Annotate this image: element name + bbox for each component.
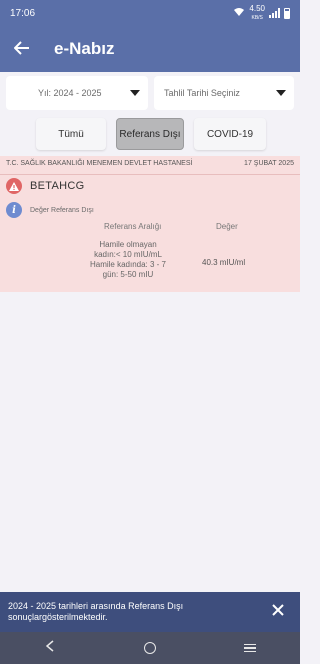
divider	[0, 174, 300, 175]
chevron-left-icon	[45, 639, 54, 657]
home-circle-icon	[144, 642, 156, 654]
value-header: Değer	[216, 222, 238, 231]
system-nav-bar	[0, 632, 300, 664]
speed-unit: KB/S	[251, 14, 263, 21]
test-row: BETAHCG	[6, 178, 84, 194]
back-button[interactable]	[0, 26, 44, 72]
speed-value: 4.50	[249, 3, 265, 13]
hospital-name: T.C. SAĞLIK BAKANLIĞI MENEMEN DEVLET HAS…	[6, 160, 193, 167]
result-card-header: T.C. SAĞLIK BAKANLIĞI MENEMEN DEVLET HAS…	[0, 160, 300, 174]
status-bar: 17:06 4.50 KB/S	[0, 0, 300, 26]
tab-out-of-reference-label: Referans Dışı	[119, 128, 181, 140]
out-of-reference-label: Değer Referans Dışı	[30, 206, 94, 214]
tab-all-label: Tümü	[58, 128, 84, 140]
close-icon	[272, 603, 284, 621]
test-name: BETAHCG	[30, 180, 85, 192]
result-date: 17 ŞUBAT 2025	[244, 160, 294, 167]
reference-range-value: Hamile olmayan kadın:< 10 mIU/mL Hamile …	[89, 240, 167, 279]
page-title: e-Nabız	[54, 39, 115, 58]
test-date-dropdown[interactable]: Tahlil Tarihi Seçiniz	[154, 76, 294, 110]
tab-covid[interactable]: COVID-19	[194, 118, 266, 150]
nav-home-button[interactable]	[130, 632, 170, 664]
tab-out-of-reference[interactable]: Referans Dışı	[116, 118, 184, 150]
caret-down-icon	[130, 90, 140, 96]
battery-icon	[284, 7, 290, 19]
snackbar-close-button[interactable]	[266, 600, 290, 624]
network-speed: 4.50 KB/S	[249, 3, 265, 22]
info-icon: i	[6, 202, 22, 218]
test-date-dropdown-label: Tahlil Tarihi Seçiniz	[164, 88, 240, 98]
menu-icon	[244, 643, 256, 653]
wifi-icon	[233, 7, 245, 20]
snackbar-message: 2024 - 2025 tarihleri arasında Referans …	[8, 601, 184, 622]
caret-down-icon	[276, 90, 286, 96]
reference-range-header: Referans Aralığı	[104, 222, 162, 231]
test-value: 40.3 mIU/ml	[202, 258, 246, 267]
tab-covid-label: COVID-19	[206, 128, 254, 140]
warning-icon	[6, 178, 22, 194]
nav-recents-button[interactable]	[230, 632, 270, 664]
year-dropdown-label: Yıl: 2024 - 2025	[38, 88, 102, 98]
tab-all[interactable]: Tümü	[36, 118, 106, 150]
status-time: 17:06	[10, 7, 36, 19]
nav-back-button[interactable]	[30, 632, 70, 664]
signal-icon	[269, 8, 280, 18]
snackbar: 2024 - 2025 tarihleri arasında Referans …	[0, 592, 300, 632]
info-row: i Değer Referans Dışı	[6, 202, 94, 218]
app-bar: e-Nabız	[0, 26, 300, 72]
arrow-left-icon	[13, 38, 30, 61]
year-dropdown[interactable]: Yıl: 2024 - 2025	[6, 76, 148, 110]
status-icons: 4.50 KB/S	[233, 3, 290, 22]
result-card[interactable]: T.C. SAĞLIK BAKANLIĞI MENEMEN DEVLET HAS…	[0, 156, 300, 292]
